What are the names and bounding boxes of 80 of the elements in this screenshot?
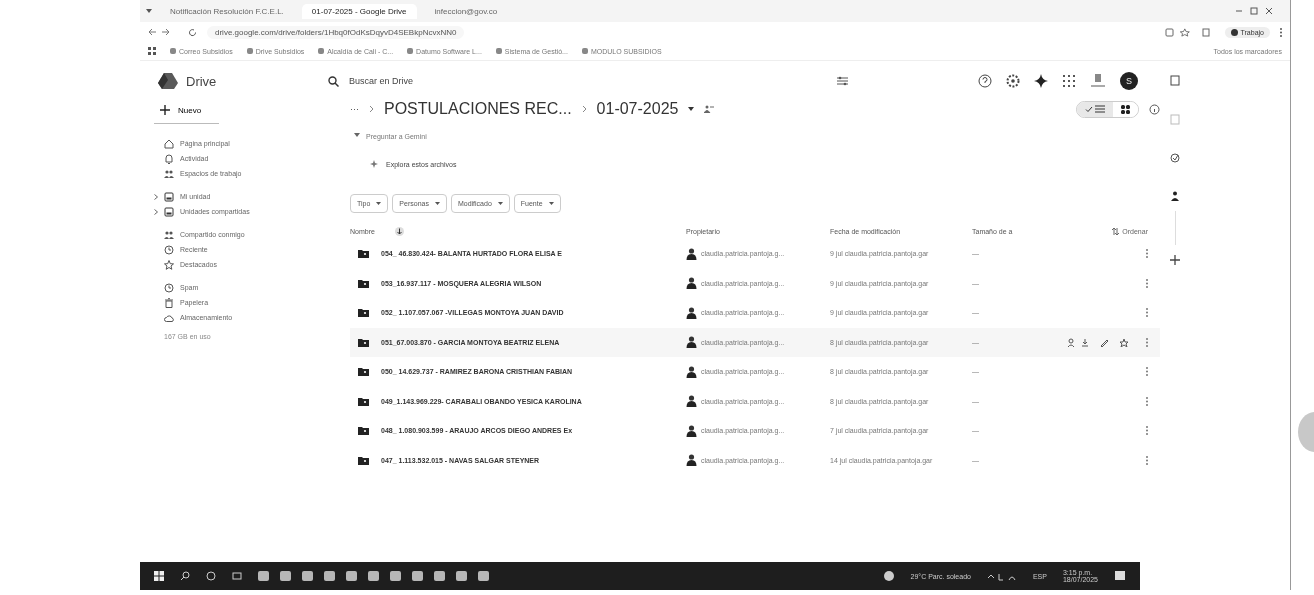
clock-icon	[164, 244, 174, 255]
pinned-apps-icon[interactable]	[232, 571, 242, 581]
caret-icon	[354, 133, 360, 137]
bell-icon	[164, 153, 174, 164]
dropdown-caret-icon[interactable]	[688, 107, 695, 111]
caret-icon	[434, 202, 440, 205]
sort-arrow-icon[interactable]	[394, 226, 404, 236]
user-avatar-icon	[686, 336, 697, 349]
sparkle-icon	[370, 160, 378, 168]
shared-folder-icon	[358, 367, 369, 377]
shared-folder-icon	[358, 278, 369, 288]
shared-folder-icon	[358, 308, 369, 318]
system-tray-icons[interactable]	[986, 571, 1017, 581]
sort-icon	[1112, 227, 1120, 235]
contacts-icon[interactable]	[1170, 191, 1180, 201]
plus-icon	[160, 105, 170, 115]
filter-options-icon[interactable]	[837, 76, 848, 86]
tab-list-icon[interactable]	[146, 9, 152, 13]
user-avatar-icon	[686, 306, 697, 319]
caret-icon	[548, 202, 554, 205]
task-view-icon[interactable]	[206, 571, 216, 581]
account-avatar[interactable]: S	[1120, 72, 1138, 90]
info-icon[interactable]	[1149, 103, 1160, 115]
people-icon	[164, 229, 174, 240]
search-icon[interactable]	[180, 571, 190, 581]
user-avatar-icon	[686, 395, 697, 408]
user-avatar-icon	[686, 424, 697, 437]
trash-icon	[164, 297, 174, 308]
caret-icon	[497, 202, 503, 205]
user-avatar-icon	[686, 454, 697, 467]
apps-grid-icon[interactable]	[1062, 74, 1076, 88]
calendar-icon[interactable]	[1170, 75, 1180, 86]
shared-folder-icon	[358, 249, 369, 259]
breadcrumb-more[interactable]: ···	[350, 104, 359, 114]
search-field[interactable]: Buscar en Drive	[347, 75, 829, 87]
weather-icon	[882, 570, 895, 582]
apps-grid-icon[interactable]	[148, 47, 156, 55]
cloud-icon	[164, 312, 174, 323]
user-avatar-icon	[686, 247, 697, 260]
view-toggle[interactable]	[1076, 100, 1139, 118]
list-icon	[1095, 105, 1105, 113]
add-icon[interactable]	[1170, 255, 1180, 265]
notifications-icon[interactable]	[1114, 570, 1126, 582]
drive-icon	[164, 206, 174, 217]
clock-icon	[164, 282, 174, 293]
user-avatar-icon	[686, 365, 697, 378]
window-controls-icon[interactable]	[1234, 7, 1274, 15]
organization-logo-icon	[1090, 73, 1106, 89]
drive-logo-icon	[158, 72, 178, 90]
app-name: Drive	[186, 73, 217, 89]
address-bar[interactable]: drive.google.com/drive/folders/1Hbq0fOdKsDqyvD4SEBkpNcvxNN0	[207, 25, 465, 39]
shared-folder-icon	[358, 396, 369, 406]
sparkle-icon[interactable]	[1034, 74, 1048, 88]
breadcrumb-folder[interactable]: POSTULACIONES REC...	[384, 100, 572, 118]
shared-folder-icon	[358, 337, 369, 347]
expand-caret-icon[interactable]	[154, 208, 158, 215]
caret-icon	[376, 202, 382, 205]
windows-start-icon[interactable]	[154, 571, 164, 581]
check-icon	[1085, 105, 1093, 113]
star-icon	[164, 259, 174, 270]
chevron-right-icon	[581, 105, 587, 113]
browser-tab[interactable]: Notificación Resolución F.C.E.L.	[160, 3, 294, 19]
search-icon	[328, 75, 339, 87]
shared-folder-icon	[358, 455, 369, 465]
chevron-right-icon	[369, 105, 374, 113]
user-avatar-icon	[686, 277, 697, 290]
settings-icon[interactable]	[1006, 74, 1020, 88]
home-icon	[164, 138, 174, 149]
help-icon[interactable]	[978, 74, 992, 88]
drive-icon	[164, 191, 174, 202]
shared-folder-icon	[358, 426, 369, 436]
tasks-icon[interactable]	[1170, 153, 1180, 163]
grid-icon	[1121, 104, 1130, 114]
shared-people-icon	[704, 105, 715, 113]
current-folder[interactable]: 01-07-2025	[596, 100, 679, 118]
reload-icon[interactable]	[188, 27, 197, 37]
browser-tab[interactable]: infeccion@gov.co	[424, 3, 508, 19]
people-icon	[164, 168, 174, 179]
browser-tab[interactable]: 01-07-2025 - Google Drive	[301, 3, 417, 19]
expand-caret-icon[interactable]	[154, 193, 158, 200]
